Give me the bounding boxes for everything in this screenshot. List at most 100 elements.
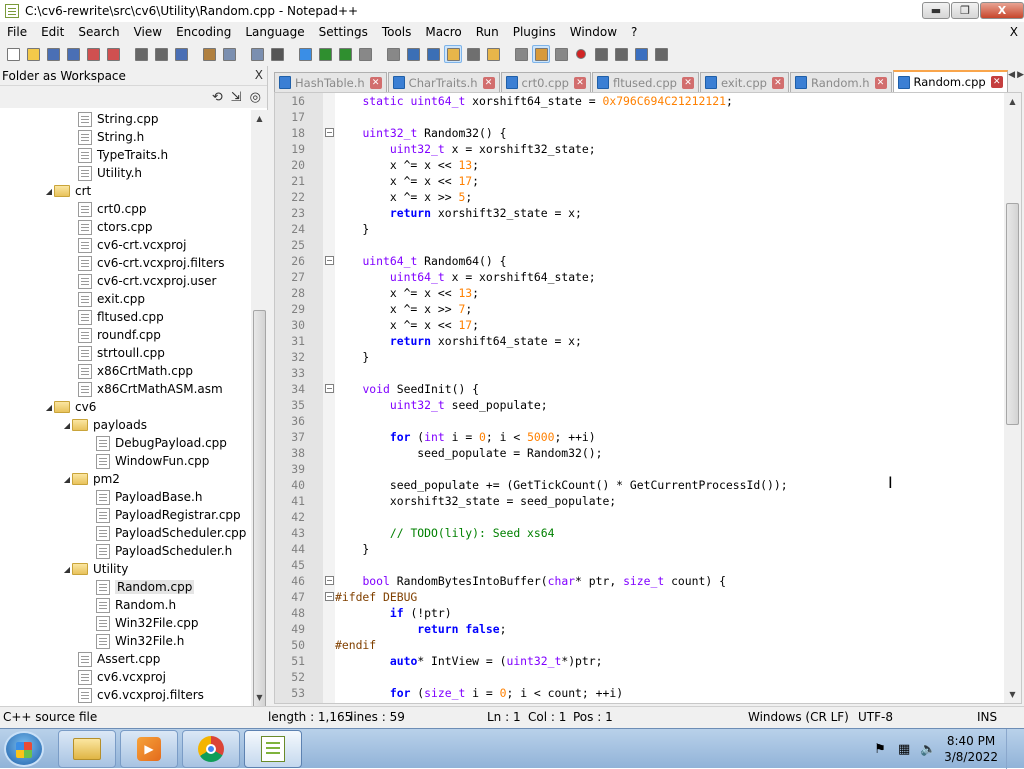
tab-exit-cpp[interactable]: exit.cpp ✕ xyxy=(699,72,789,92)
code-line[interactable]: 49 return false; xyxy=(291,621,1003,637)
code-line[interactable]: 53 for (size_t i = 0; i < count; ++i) xyxy=(291,685,1003,701)
close-document-button[interactable]: X xyxy=(1010,22,1018,42)
code-line[interactable]: 16 static uint64_t xorshift64_state = 0x… xyxy=(291,93,1003,109)
code-line[interactable]: 41 xorshift32_state = seed_populate; xyxy=(291,493,1003,509)
tab-crt0-cpp[interactable]: crt0.cpp ✕ xyxy=(500,72,591,92)
tree-file[interactable]: Assert.cpp xyxy=(0,650,252,668)
save-icon[interactable] xyxy=(44,45,62,63)
workspace-close-button[interactable]: X xyxy=(255,68,263,82)
code-line[interactable]: 52 xyxy=(291,669,1003,685)
minimize-button[interactable]: ▬ xyxy=(922,2,950,19)
code-line[interactable]: 31 return xorshift64_state = x; xyxy=(291,333,1003,349)
wrap-icon[interactable] xyxy=(404,45,422,63)
menu-search[interactable]: Search xyxy=(71,22,126,42)
tree-folder[interactable]: ◢ cv6 xyxy=(0,398,252,416)
open-file-icon[interactable] xyxy=(24,45,42,63)
undo-icon[interactable] xyxy=(220,45,238,63)
tree-file[interactable]: PayloadBase.h xyxy=(0,488,252,506)
tab-close-icon[interactable]: ✕ xyxy=(681,76,694,89)
find-icon[interactable] xyxy=(268,45,286,63)
code-line[interactable]: 26 uint64_t Random64() { xyxy=(291,253,1003,269)
start-button[interactable] xyxy=(4,731,44,767)
code-line[interactable]: 23 return xorshift32_state = x; xyxy=(291,205,1003,221)
code-line[interactable]: 24 } xyxy=(291,221,1003,237)
stop-macro-icon[interactable] xyxy=(592,45,610,63)
scroll-down-arrow-icon[interactable]: ▼ xyxy=(1004,686,1021,703)
code-line[interactable]: 43 // TODO(lily): Seed xs64 xyxy=(291,525,1003,541)
tree-file[interactable]: cv6-crt.vcxproj.filters xyxy=(0,254,252,272)
code-line[interactable]: 39 xyxy=(291,461,1003,477)
code-line[interactable]: 22 x ^= x >> 5; xyxy=(291,189,1003,205)
code-line[interactable]: 51 auto* IntView = (uint32_t*)ptr; xyxy=(291,653,1003,669)
clock[interactable]: 8:40 PM 3/8/2022 xyxy=(944,733,998,765)
redo-icon[interactable] xyxy=(248,45,266,63)
code-line[interactable]: 29 x ^= x >> 7; xyxy=(291,301,1003,317)
taskbar-chrome[interactable] xyxy=(182,730,240,768)
tree-file[interactable]: cv6.vcxproj.filters xyxy=(0,686,252,704)
expand-arrow-icon[interactable]: ◢ xyxy=(44,187,54,196)
tab-scroll-left-icon[interactable]: ◀ xyxy=(1008,70,1015,80)
tree-file[interactable]: roundf.cpp xyxy=(0,326,252,344)
editor-scrollbar[interactable]: ▲ ▼ xyxy=(1004,93,1021,703)
zoom-in-icon[interactable] xyxy=(316,45,334,63)
cut-icon[interactable] xyxy=(152,45,170,63)
indent-guide-icon[interactable] xyxy=(444,45,462,63)
code-line[interactable]: 37 for (int i = 0; i < 5000; ++i) xyxy=(291,429,1003,445)
tree-file[interactable]: cv6-crt.vcxproj.user xyxy=(0,272,252,290)
menu-file[interactable]: File xyxy=(0,22,34,42)
run-macro-multi-icon[interactable] xyxy=(632,45,650,63)
expand-arrow-icon[interactable]: ◢ xyxy=(62,475,72,484)
code-line[interactable]: 25 xyxy=(291,237,1003,253)
new-file-icon[interactable] xyxy=(4,45,22,63)
tree-folder[interactable]: ◢ payloads xyxy=(0,416,252,434)
tree-file[interactable]: fltused.cpp xyxy=(0,308,252,326)
fold-toggle-icon[interactable] xyxy=(325,592,334,601)
tree-file[interactable]: Win32File.h xyxy=(0,632,252,650)
function-list-icon[interactable] xyxy=(512,45,530,63)
tree-file[interactable]: crt0.cpp xyxy=(0,200,252,218)
scroll-down-arrow-icon[interactable]: ▼ xyxy=(251,689,268,706)
scroll-thumb[interactable] xyxy=(1006,203,1019,425)
monitor-icon[interactable] xyxy=(552,45,570,63)
menu-run[interactable]: Run xyxy=(469,22,506,42)
tree-file[interactable]: x86CrtMathASM.asm xyxy=(0,380,252,398)
tree-file[interactable]: DebugPayload.cpp xyxy=(0,434,252,452)
menu-settings[interactable]: Settings xyxy=(312,22,375,42)
tree-folder[interactable]: ◢ pm2 xyxy=(0,470,252,488)
expand-arrow-icon[interactable]: ◢ xyxy=(62,421,72,430)
code-line[interactable]: 30 x ^= x << 17; xyxy=(291,317,1003,333)
code-line[interactable]: 47 #ifdef DEBUG xyxy=(291,589,1003,605)
tree-file[interactable]: WindowFun.cpp xyxy=(0,452,252,470)
tree-file[interactable]: Win32File.cpp xyxy=(0,614,252,632)
record-macro-icon[interactable] xyxy=(572,45,590,63)
code-line[interactable]: 46 bool RandomBytesIntoBuffer(char* ptr,… xyxy=(291,573,1003,589)
code-line[interactable]: 32 } xyxy=(291,349,1003,365)
play-macro-icon[interactable] xyxy=(612,45,630,63)
fold-toggle-icon[interactable] xyxy=(325,256,334,265)
code-line[interactable]: 20 x ^= x << 13; xyxy=(291,157,1003,173)
tree-file[interactable]: Utility.h xyxy=(0,164,252,182)
code-line[interactable]: 35 uint32_t seed_populate; xyxy=(291,397,1003,413)
scroll-thumb[interactable] xyxy=(253,310,266,730)
tree-file[interactable]: Random.h xyxy=(0,596,252,614)
tab-scroll-right-icon[interactable]: ▶ xyxy=(1017,70,1024,80)
tree-file[interactable]: strtoull.cpp xyxy=(0,344,252,362)
sync-v-icon[interactable] xyxy=(356,45,374,63)
code-line[interactable]: 44 } xyxy=(291,541,1003,557)
show-desktop-button[interactable] xyxy=(1006,729,1016,769)
menu-language[interactable]: Language xyxy=(238,22,311,42)
expand-all-icon[interactable]: ⇲ xyxy=(231,90,242,105)
tree-file[interactable]: cv6.vcxproj xyxy=(0,668,252,686)
code-line[interactable]: 48 if (!ptr) xyxy=(291,605,1003,621)
tab-close-icon[interactable]: ✕ xyxy=(771,76,784,89)
close-all-icon[interactable] xyxy=(104,45,122,63)
workspace-scrollbar[interactable]: ▲ ▼ xyxy=(251,110,268,730)
tree-file[interactable]: ctors.cpp xyxy=(0,218,252,236)
scroll-up-arrow-icon[interactable]: ▲ xyxy=(251,110,268,127)
tree-file[interactable]: PayloadScheduler.cpp xyxy=(0,524,252,542)
maximize-button[interactable]: ❐ xyxy=(951,2,979,19)
code-line[interactable]: 17 xyxy=(291,109,1003,125)
udl-icon[interactable] xyxy=(464,45,482,63)
all-chars-icon[interactable] xyxy=(424,45,442,63)
code-line[interactable]: 50 #endif xyxy=(291,637,1003,653)
